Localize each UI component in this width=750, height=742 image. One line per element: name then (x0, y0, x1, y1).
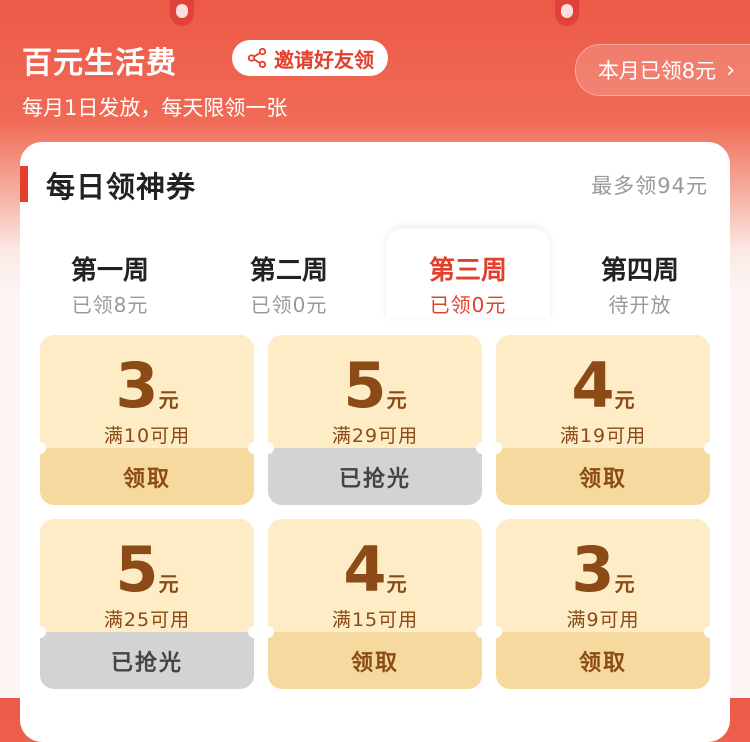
month-claimed-label: 本月已领8元 (597, 59, 717, 83)
tab-status: 已领0元 (250, 293, 328, 317)
tab-week-3[interactable]: 第三周 已领0元 (386, 228, 550, 318)
hanger-pin-left (170, 0, 194, 26)
invite-friends-button[interactable]: 邀请好友领 (232, 40, 388, 76)
coupon-unit: 元 (158, 388, 179, 412)
claim-button[interactable]: 领取 (268, 632, 482, 689)
coupon-condition: 满29可用 (331, 425, 419, 447)
tab-week-1[interactable]: 第一周 已领8元 (28, 228, 192, 318)
coupon-card: 5元 满25可用 已抢光 (40, 519, 254, 689)
coupon-condition: 满9可用 (566, 609, 640, 631)
max-claim-note: 最多领94元 (591, 174, 708, 198)
daily-coupon-card: 每日领神券 最多领94元 第一周 已领8元 第二周 已领0元 第三周 已领0元 … (20, 142, 730, 742)
tab-label: 第二周 (249, 256, 328, 286)
title-accent-bar (20, 166, 28, 202)
tab-status: 已领8元 (71, 293, 149, 317)
coupon-condition: 满19可用 (559, 425, 647, 447)
coupon-amount: 4 (571, 349, 615, 422)
tab-label: 第一周 (70, 256, 149, 286)
month-claimed-button[interactable]: 本月已领8元 › (574, 44, 750, 96)
page-title: 百元生活费 (22, 46, 177, 81)
coupon-card: 4元 满19可用 领取 (496, 335, 710, 505)
coupon-amount: 5 (343, 349, 387, 422)
sold-out-button: 已抢光 (40, 632, 254, 689)
tab-status: 已领0元 (429, 293, 507, 317)
coupon-card: 5元 满29可用 已抢光 (268, 335, 482, 505)
coupon-notch (248, 442, 254, 454)
sold-out-button: 已抢光 (268, 448, 482, 505)
coupon-card: 3元 满9可用 领取 (496, 519, 710, 689)
header-subtitle: 每月1日发放，每天限领一张 (22, 96, 288, 120)
coupon-notch (704, 626, 710, 638)
share-icon (247, 47, 267, 69)
coupon-unit: 元 (386, 572, 407, 596)
coupon-condition: 满10可用 (103, 425, 191, 447)
coupon-amount: 3 (115, 349, 159, 422)
coupon-unit: 元 (614, 572, 635, 596)
tab-label: 第四周 (600, 256, 679, 286)
chevron-right-icon: › (726, 57, 735, 83)
tab-week-4[interactable]: 第四周 待开放 (558, 228, 722, 318)
claim-button[interactable]: 领取 (496, 632, 710, 689)
coupon-condition: 满15可用 (331, 609, 419, 631)
coupon-amount: 5 (115, 533, 159, 606)
card-title: 每日领神券 (46, 170, 197, 204)
tab-status: 待开放 (608, 293, 672, 317)
coupon-notch (248, 626, 254, 638)
coupon-card: 3元 满10可用 领取 (40, 335, 254, 505)
coupon-condition: 满25可用 (103, 609, 191, 631)
claim-button[interactable]: 领取 (496, 448, 710, 505)
coupon-unit: 元 (386, 388, 407, 412)
hanger-pin-right (555, 0, 579, 26)
coupon-notch (476, 626, 482, 638)
coupon-notch (704, 442, 710, 454)
coupon-notch (476, 442, 482, 454)
coupon-card: 4元 满15可用 领取 (268, 519, 482, 689)
tab-week-2[interactable]: 第二周 已领0元 (207, 228, 371, 318)
coupon-unit: 元 (614, 388, 635, 412)
tab-label: 第三周 (428, 256, 507, 286)
invite-label: 邀请好友领 (274, 47, 374, 72)
coupon-unit: 元 (158, 572, 179, 596)
coupon-amount: 4 (343, 533, 387, 606)
coupon-amount: 3 (571, 533, 615, 606)
claim-button[interactable]: 领取 (40, 448, 254, 505)
